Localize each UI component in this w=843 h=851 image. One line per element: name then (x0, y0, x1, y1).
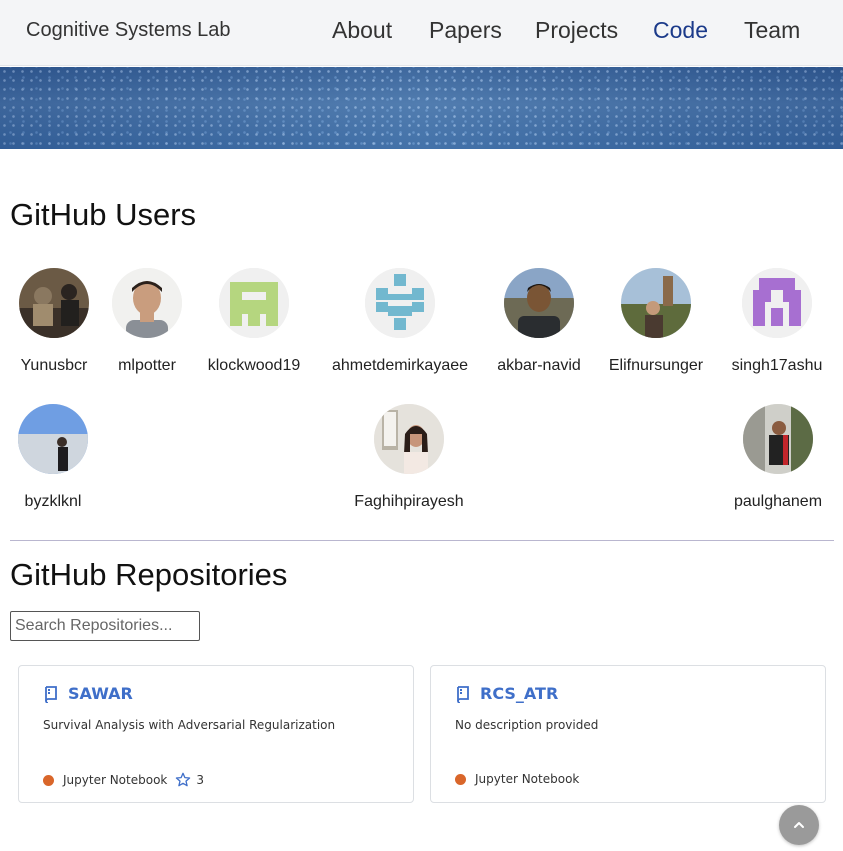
user-avatar[interactable] (743, 404, 813, 474)
repo-language: Jupyter Notebook (475, 772, 580, 786)
nav-link-code[interactable]: Code (653, 17, 708, 44)
user-avatar[interactable] (504, 268, 574, 338)
repo-header: SAWAR (43, 684, 133, 704)
users-section-title: GitHub Users (10, 197, 197, 232)
repo-meta: Jupyter Notebook (455, 772, 579, 786)
repos-section-title: GitHub Repositories (10, 557, 288, 592)
nav-link-about[interactable]: About (332, 17, 392, 44)
chevron-up-icon (794, 822, 804, 828)
user-avatar[interactable] (742, 268, 812, 338)
repo-star-count: 3 (196, 773, 204, 787)
user-card[interactable]: klockwood19 (179, 268, 329, 375)
user-avatar[interactable] (365, 268, 435, 338)
user-card[interactable]: ahmetdemirkayaee (325, 268, 475, 375)
user-name[interactable]: paulghanem (703, 493, 843, 511)
repo-description: Survival Analysis with Adversarial Regul… (43, 718, 336, 732)
language-color-dot (43, 774, 54, 786)
site-brand[interactable]: Cognitive Systems Lab (26, 19, 231, 42)
user-name[interactable]: klockwood19 (179, 357, 329, 375)
repo-meta: Jupyter Notebook 3 (43, 772, 204, 788)
repo-language: Jupyter Notebook (63, 773, 168, 787)
user-name[interactable]: Faghihpirayesh (334, 493, 484, 511)
nav-link-projects[interactable]: Projects (535, 17, 618, 44)
header-banner (0, 67, 843, 149)
user-avatar[interactable] (112, 268, 182, 338)
nav-link-team[interactable]: Team (744, 17, 800, 44)
user-name[interactable]: byzklknl (0, 493, 128, 511)
user-name[interactable]: singh17ashu (702, 357, 843, 375)
repo-name-link[interactable]: SAWAR (68, 684, 133, 703)
back-to-top-button[interactable] (779, 805, 819, 845)
search-repositories-input[interactable] (10, 611, 200, 641)
section-divider (10, 540, 834, 541)
page: Cognitive Systems Lab About Papers Proje… (0, 0, 843, 851)
user-name[interactable]: ahmetdemirkayaee (325, 357, 475, 375)
repo-card[interactable]: SAWAR Survival Analysis with Adversarial… (18, 665, 414, 803)
star-icon (175, 772, 191, 788)
repo-card[interactable]: RCS_ATR No description provided Jupyter … (430, 665, 826, 803)
repo-description: No description provided (455, 718, 599, 732)
repo-name-link[interactable]: RCS_ATR (480, 684, 558, 703)
navbar: Cognitive Systems Lab About Papers Proje… (0, 0, 843, 66)
user-card[interactable]: byzklknl (0, 404, 128, 511)
repo-header: RCS_ATR (455, 684, 558, 704)
user-card[interactable]: paulghanem (703, 404, 843, 511)
language-color-dot (455, 773, 466, 785)
user-avatar[interactable] (374, 404, 444, 474)
repo-icon (455, 685, 471, 704)
user-avatar[interactable] (219, 268, 289, 338)
user-card[interactable]: singh17ashu (702, 268, 843, 375)
user-avatar[interactable] (621, 268, 691, 338)
repo-icon (43, 685, 59, 704)
user-avatar[interactable] (18, 404, 88, 474)
user-card[interactable]: Faghihpirayesh (334, 404, 484, 511)
nav-link-papers[interactable]: Papers (429, 17, 502, 44)
